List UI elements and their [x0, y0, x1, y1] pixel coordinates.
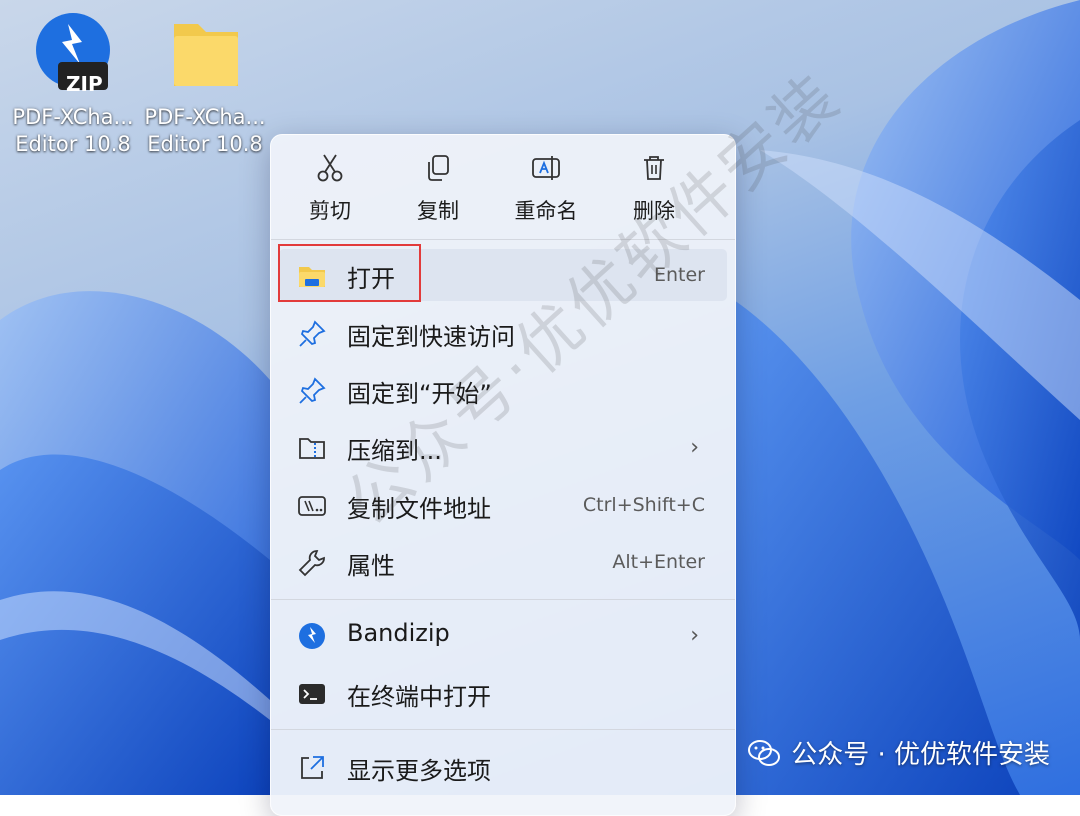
menu-divider — [271, 729, 735, 730]
share-icon — [301, 756, 324, 779]
watermark-badge: 公众号 · 优优软件安装 — [747, 734, 1050, 771]
tool-label: 删除 — [633, 199, 675, 223]
desktop-icon-zip[interactable]: ZIP PDF-XCha... Editor 10.8 — [8, 10, 138, 158]
menu-item-pin-start[interactable]: 固定到“开始” — [279, 364, 727, 416]
desktop-icon-label: PDF-XCha... — [12, 105, 134, 129]
desktop-icon-label: Editor 10.8 — [147, 132, 263, 156]
menu-item-label: 显示更多选项 — [347, 757, 491, 785]
folder-icon — [174, 24, 238, 86]
cut-button[interactable]: 剪切 — [285, 153, 375, 225]
menu-item-copy-path[interactable]: 复制文件地址 Ctrl+Shift+C — [279, 479, 727, 531]
rename-icon — [532, 156, 560, 180]
menu-item-properties[interactable]: 属性 Alt+Enter — [279, 536, 727, 588]
copy-button[interactable]: 复制 — [393, 153, 483, 225]
pin-icon — [299, 320, 326, 347]
menu-item-label: 固定到“开始” — [347, 380, 492, 408]
delete-button[interactable]: 删除 — [609, 153, 699, 225]
context-menu-toolbar: 剪切 复制 重命名 删除 — [271, 135, 735, 239]
menu-divider — [271, 239, 735, 240]
menu-item-label: Bandizip — [347, 619, 450, 647]
context-menu: 剪切 复制 重命名 删除 打开 Enter 固定到快速访问 固定到“开始” 压缩… — [270, 134, 736, 816]
watermark-badge-text: 公众号 · 优优软件安装 — [791, 740, 1050, 770]
highlight-box — [278, 244, 421, 302]
copy-icon — [428, 155, 449, 181]
tool-label: 重命名 — [514, 199, 578, 223]
wechat-icon — [748, 739, 781, 766]
zip-badge-text: ZIP — [66, 72, 103, 96]
menu-item-shortcut: Enter — [654, 264, 705, 286]
desktop-icon-label: Editor 10.8 — [15, 132, 131, 156]
chevron-right-icon: › — [690, 623, 699, 648]
copy-path-icon — [298, 496, 326, 516]
menu-item-label: 复制文件地址 — [347, 495, 491, 523]
wrench-icon — [298, 550, 325, 577]
menu-item-label: 在终端中打开 — [347, 683, 491, 711]
menu-item-show-more-options[interactable]: 显示更多选项 — [279, 741, 727, 793]
desktop-icon-folder[interactable]: PDF-XCha... Editor 10.8 — [140, 10, 270, 158]
pin-icon — [299, 377, 326, 404]
bandizip-icon — [299, 623, 325, 649]
terminal-icon — [299, 684, 325, 704]
scissors-icon — [317, 154, 343, 182]
tool-label: 剪切 — [309, 199, 351, 223]
compress-icon — [299, 438, 325, 459]
menu-item-label: 固定到快速访问 — [347, 323, 515, 351]
menu-divider — [271, 599, 735, 600]
menu-item-open-terminal[interactable]: 在终端中打开 — [279, 667, 727, 719]
rename-button[interactable]: 重命名 — [501, 153, 591, 225]
menu-item-label: 压缩到... — [347, 437, 442, 465]
tool-label: 复制 — [417, 199, 459, 223]
menu-item-bandizip[interactable]: Bandizip › — [279, 609, 727, 661]
trash-icon — [644, 156, 664, 180]
menu-item-label: 属性 — [347, 552, 395, 580]
menu-item-pin-quick-access[interactable]: 固定到快速访问 — [279, 307, 727, 359]
menu-item-shortcut: Alt+Enter — [612, 551, 705, 573]
desktop-icon-label: PDF-XCha... — [144, 105, 266, 129]
menu-item-shortcut: Ctrl+Shift+C — [582, 494, 705, 516]
chevron-right-icon: › — [690, 435, 699, 460]
menu-item-compress[interactable]: 压缩到... › — [279, 421, 727, 473]
